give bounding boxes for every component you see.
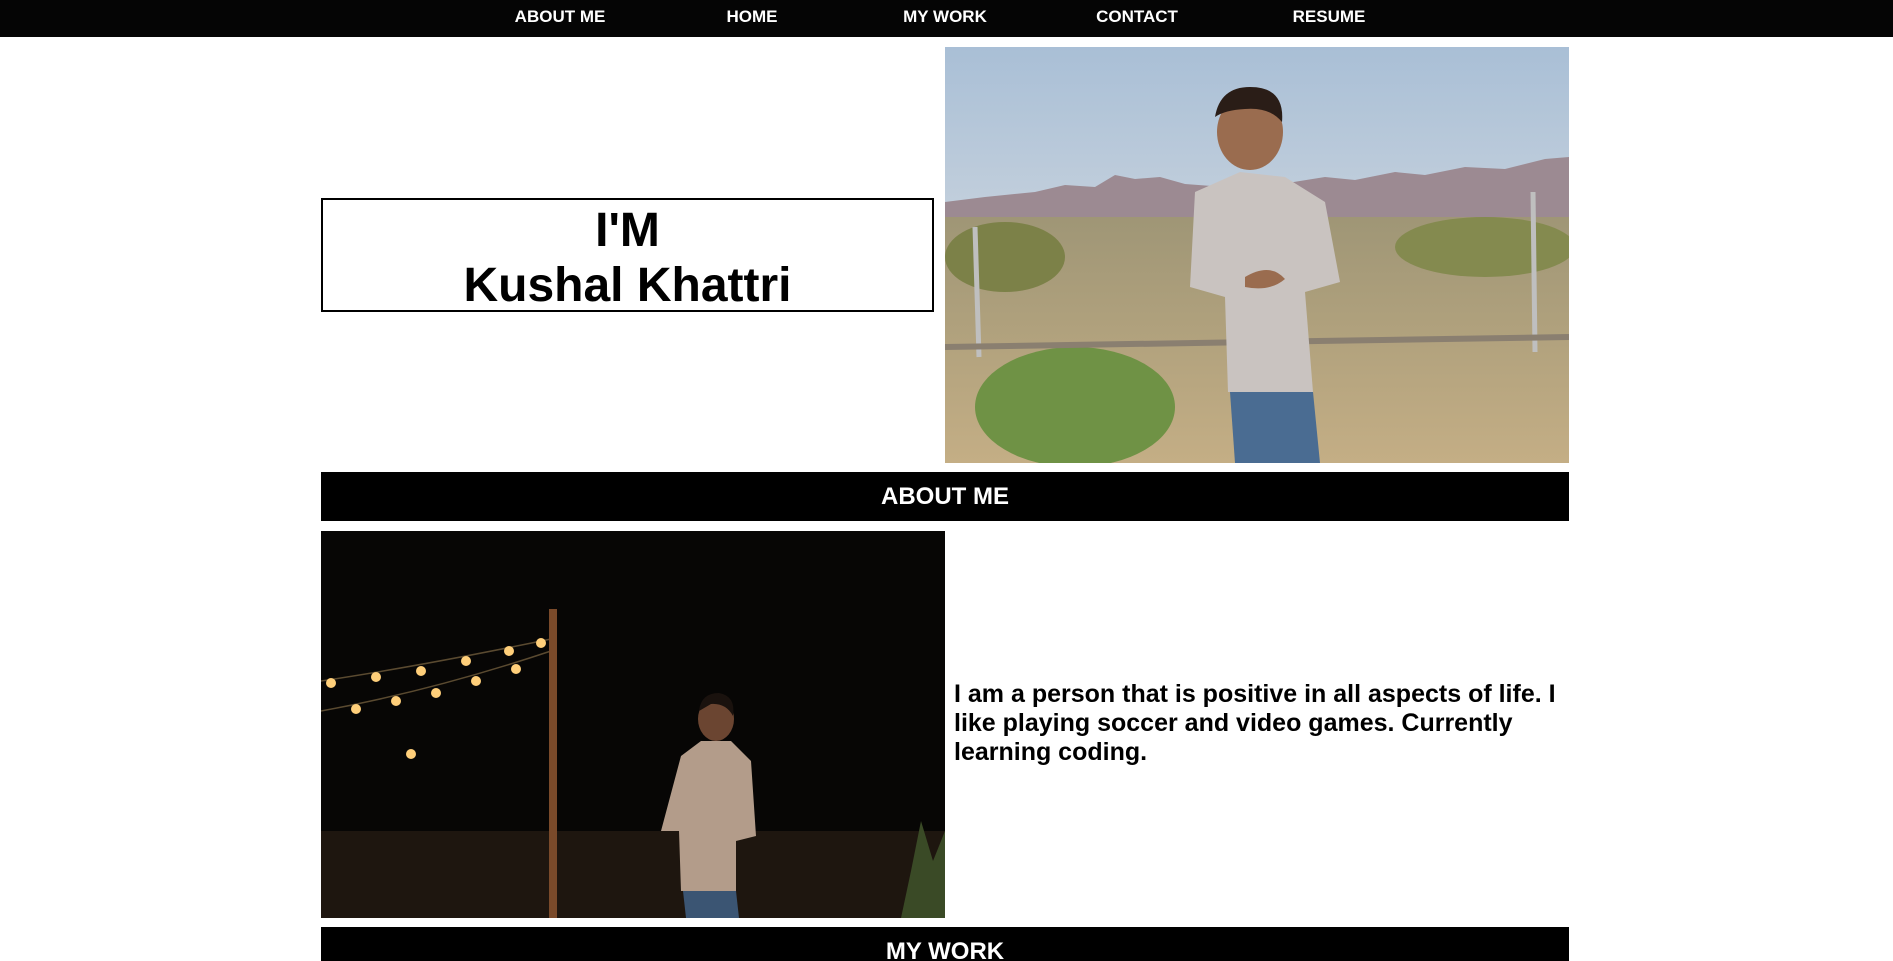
- nav-link-home[interactable]: HOME: [727, 0, 778, 33]
- hero-name: Kushal Khattri: [463, 259, 792, 312]
- nav-link-about-me[interactable]: ABOUT ME: [515, 0, 606, 33]
- about-me-heading-bar: ABOUT ME: [321, 472, 1569, 521]
- about-me-description: I am a person that is positive in all as…: [954, 680, 1556, 766]
- hero-title-box: I'M Kushal Khattri: [321, 198, 934, 312]
- hero-greeting: I'M: [595, 204, 660, 257]
- hero-photo: [945, 47, 1569, 463]
- top-navigation: ABOUT ME HOME MY WORK CONTACT RESUME: [0, 0, 1893, 37]
- nav-link-resume[interactable]: RESUME: [1293, 0, 1366, 33]
- nav-link-contact[interactable]: CONTACT: [1096, 0, 1178, 33]
- hero-photo-image: [945, 47, 1569, 463]
- about-photo-image: [321, 531, 945, 918]
- nav-link-my-work[interactable]: MY WORK: [903, 0, 987, 33]
- about-photo: [321, 531, 945, 918]
- my-work-heading-bar: MY WORK: [321, 927, 1569, 961]
